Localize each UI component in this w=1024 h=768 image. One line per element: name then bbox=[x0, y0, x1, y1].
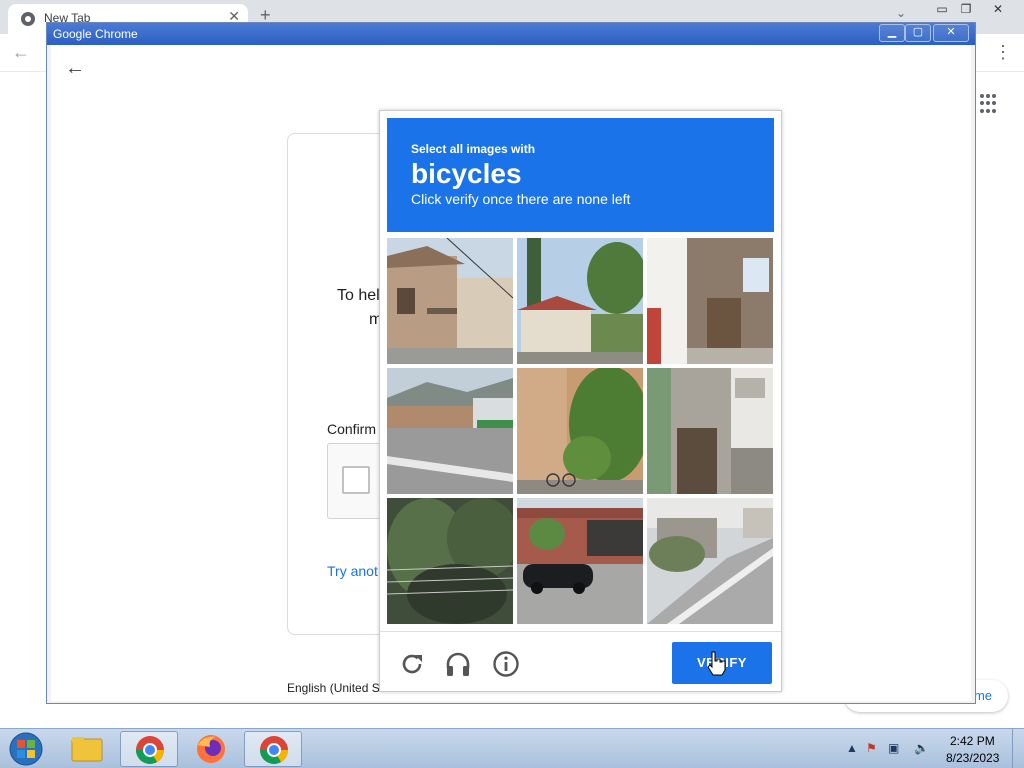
captcha-sub-instruction: Click verify once there are none left bbox=[411, 191, 631, 207]
restore-icon[interactable]: ❐ bbox=[952, 0, 980, 18]
back-arrow-icon[interactable]: ← bbox=[12, 42, 30, 63]
firefox-icon bbox=[197, 735, 225, 763]
network-icon[interactable]: ▣ bbox=[888, 741, 899, 755]
captcha-tile-4[interactable] bbox=[387, 368, 513, 494]
popup-close-icon[interactable]: ✕ bbox=[933, 24, 969, 42]
reload-icon[interactable] bbox=[398, 650, 426, 678]
captcha-tile-5[interactable] bbox=[517, 368, 643, 494]
show-hidden-icons-icon[interactable]: ▲ bbox=[846, 741, 858, 755]
popup-window-title: Google Chrome bbox=[53, 27, 138, 41]
clock-date[interactable]: 8/23/2023 bbox=[946, 751, 999, 765]
captcha-image-grid bbox=[387, 238, 774, 625]
recaptcha-checkbox[interactable] bbox=[342, 466, 370, 494]
captcha-tile-8[interactable] bbox=[517, 498, 643, 624]
captcha-tile-6[interactable] bbox=[647, 368, 773, 494]
chrome-icon bbox=[136, 736, 164, 764]
chrome-icon bbox=[260, 736, 288, 764]
tab-search-icon[interactable]: ⌄ bbox=[896, 6, 906, 20]
popup-minimize-icon[interactable]: ▁ bbox=[879, 24, 905, 42]
captcha-tile-7[interactable] bbox=[387, 498, 513, 624]
language-selector[interactable]: English (United S bbox=[287, 681, 380, 695]
signin-description: To hel bbox=[337, 287, 380, 304]
close-window-icon[interactable]: ✕ bbox=[984, 0, 1012, 18]
try-another-way-link[interactable]: Try anot bbox=[327, 563, 378, 579]
taskbar-chrome-1[interactable] bbox=[120, 731, 178, 767]
taskbar-chrome-2[interactable] bbox=[244, 731, 302, 767]
captcha-tile-1[interactable] bbox=[387, 238, 513, 364]
captcha-header: Select all images with bicycles Click ve… bbox=[387, 118, 774, 232]
hand-cursor-icon bbox=[707, 651, 726, 676]
volume-muted-icon[interactable]: 🔈 bbox=[914, 741, 929, 755]
captcha-tile-2[interactable] bbox=[517, 238, 643, 364]
popup-maximize-icon[interactable]: ▢ bbox=[905, 24, 931, 42]
back-arrow-icon[interactable]: ← bbox=[65, 57, 85, 80]
taskbar-firefox[interactable] bbox=[182, 731, 240, 767]
captcha-footer: VERIFY bbox=[380, 631, 781, 691]
more-menu-icon[interactable]: ⋮ bbox=[994, 42, 1012, 63]
popup-titlebar[interactable]: Google Chrome ▁ ▢ ✕ bbox=[47, 23, 975, 45]
captcha-target: bicycles bbox=[411, 158, 522, 189]
chrome-icon bbox=[21, 12, 35, 26]
taskbar: ▲ ⚑ ▣ 🔈 2:42 PM 8/23/2023 bbox=[0, 728, 1024, 768]
captcha-tile-3[interactable] bbox=[647, 238, 773, 364]
explorer-icon bbox=[71, 737, 103, 762]
info-icon[interactable] bbox=[492, 650, 520, 678]
show-desktop-button[interactable] bbox=[1012, 729, 1024, 768]
taskbar-explorer[interactable] bbox=[58, 731, 116, 767]
start-button[interactable] bbox=[6, 731, 46, 767]
captcha-instruction: Select all images with bbox=[411, 142, 536, 156]
action-center-icon[interactable]: ⚑ bbox=[866, 741, 877, 755]
clock-time[interactable]: 2:42 PM bbox=[950, 734, 995, 748]
captcha-tile-9[interactable] bbox=[647, 498, 773, 624]
google-apps-icon[interactable] bbox=[980, 94, 1000, 114]
headphones-icon[interactable] bbox=[444, 650, 472, 678]
recaptcha-challenge: Select all images with bicycles Click ve… bbox=[379, 110, 782, 692]
confirm-label: Confirm bbox=[327, 421, 377, 437]
